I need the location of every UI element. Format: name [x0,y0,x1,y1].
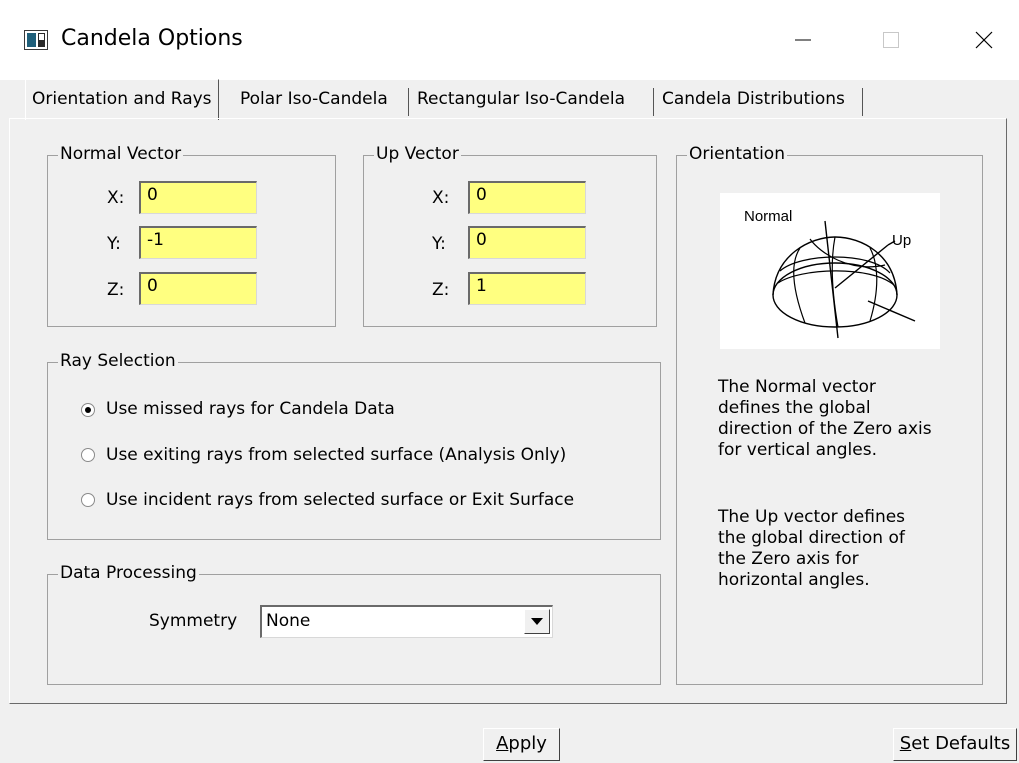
tab-rectangular-iso-candela[interactable]: Rectangular Iso-Candela [411,80,631,118]
normal-vector-title: Normal Vector [58,144,184,164]
up-z-input[interactable]: 1 [468,272,586,305]
minimize-button[interactable] [780,20,826,60]
orientation-title: Orientation [687,144,787,164]
normal-y-label: Y: [107,234,121,254]
radio-missed-rays[interactable] [81,403,95,417]
close-button[interactable] [961,20,1007,60]
tab-separator [408,88,409,116]
symmetry-selected-value: None [266,611,311,631]
orientation-diagram: Normal Up [720,193,940,349]
up-vector-title: Up Vector [374,144,461,164]
tab-candela-distributions[interactable]: Candela Distributions [656,80,851,118]
diagram-normal-label: Normal [744,208,792,225]
up-z-label: Z: [432,280,450,300]
set-defaults-button-label: et Defaults [911,733,1011,754]
chevron-down-icon [531,617,543,625]
normal-description: The Normal vector defines the global dir… [718,377,932,461]
apply-button-mnemonic: A [496,733,509,754]
up-description-line: The Up vector defines [718,507,906,527]
up-x-input[interactable]: 0 [468,181,586,214]
symmetry-select[interactable]: None [260,605,553,638]
set-defaults-button[interactable]: Set Defaults [893,728,1017,761]
minimize-icon [795,39,811,41]
ray-selection-title: Ray Selection [58,351,178,371]
tab-polar-iso-candela[interactable]: Polar Iso-Candela [234,80,394,118]
normal-z-label: Z: [107,280,125,300]
radio-incident-rays-label[interactable]: Use incident rays from selected surface … [106,490,574,510]
maximize-button[interactable] [868,20,914,60]
up-description-line: horizontal angles. [718,570,870,590]
normal-description-line: defines the global [718,398,871,418]
window-title: Candela Options [61,26,243,51]
up-y-label: Y: [432,234,446,254]
up-x-label: X: [432,188,450,208]
tab-separator [862,88,863,116]
app-icon [24,30,48,50]
normal-description-line: for vertical angles. [718,440,877,460]
close-icon [975,31,993,49]
radio-exiting-rays-label[interactable]: Use exiting rays from selected surface (… [106,445,566,465]
tab-orientation-and-rays[interactable]: Orientation and Rays [25,79,219,120]
data-processing-title: Data Processing [58,563,199,583]
normal-x-label: X: [107,188,125,208]
symmetry-label: Symmetry [149,611,238,631]
normal-description-line: direction of the Zero axis [718,419,932,439]
up-y-input[interactable]: 0 [468,226,586,259]
normal-x-input[interactable]: 0 [139,181,257,214]
up-description-line: the Zero axis for [718,549,859,569]
diagram-up-label: Up [892,232,911,249]
normal-z-input[interactable]: 0 [139,272,257,305]
radio-incident-rays[interactable] [81,493,95,507]
radio-missed-rays-label[interactable]: Use missed rays for Candela Data [106,399,395,419]
radio-exiting-rays[interactable] [81,448,95,462]
up-description: The Up vector defines the global directi… [718,507,905,591]
apply-button[interactable]: Apply [483,728,560,761]
tab-separator [653,88,654,116]
up-description-line: the global direction of [718,528,905,548]
normal-y-input[interactable]: -1 [139,226,257,259]
dropdown-arrow-button[interactable] [524,609,550,634]
apply-button-label: pply [508,733,547,754]
maximize-icon [883,32,899,48]
normal-description-line: The Normal vector [718,377,876,397]
set-defaults-button-mnemonic: S [899,733,912,754]
title-bar: Candela Options [0,0,1019,80]
